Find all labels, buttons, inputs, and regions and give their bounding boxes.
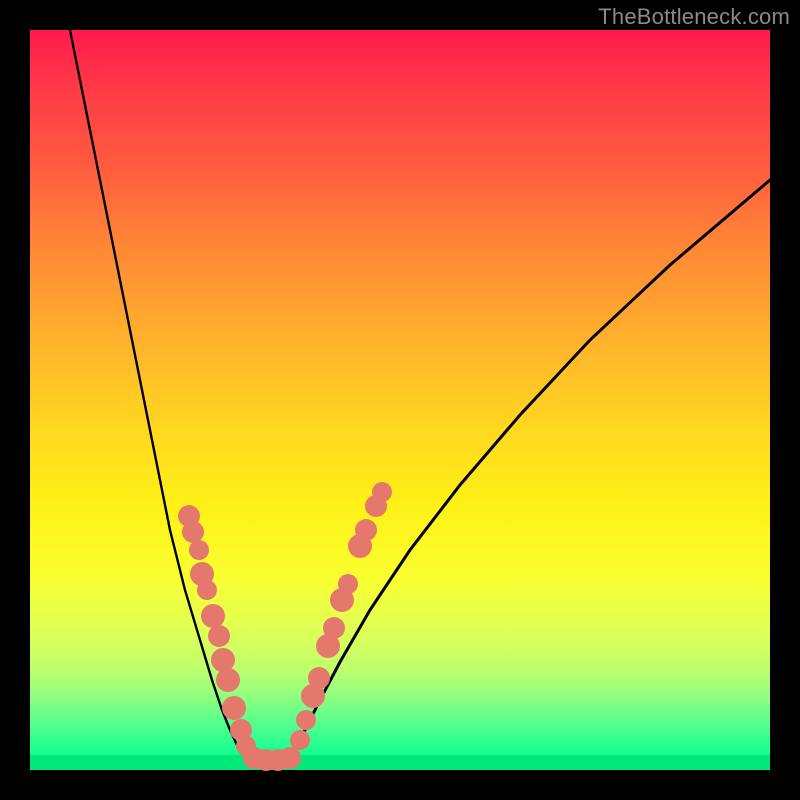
watermark-text: TheBottleneck.com (598, 4, 790, 30)
data-point-right (308, 667, 330, 689)
curve-left-branch (70, 30, 260, 760)
data-point-right (355, 519, 377, 541)
curve-right-branch (288, 180, 770, 760)
data-point-right (296, 710, 316, 730)
data-point-left (208, 625, 230, 647)
data-point-left (189, 540, 209, 560)
data-point-left (197, 580, 217, 600)
chart-frame: TheBottleneck.com (0, 0, 800, 800)
data-point-right (372, 482, 392, 502)
curve-layer (30, 30, 770, 770)
data-point-right (323, 617, 345, 639)
data-point-left (222, 696, 246, 720)
data-point-bottom (279, 747, 301, 769)
data-point-left (216, 668, 240, 692)
plot-area (30, 30, 770, 770)
data-point-right (338, 574, 358, 594)
